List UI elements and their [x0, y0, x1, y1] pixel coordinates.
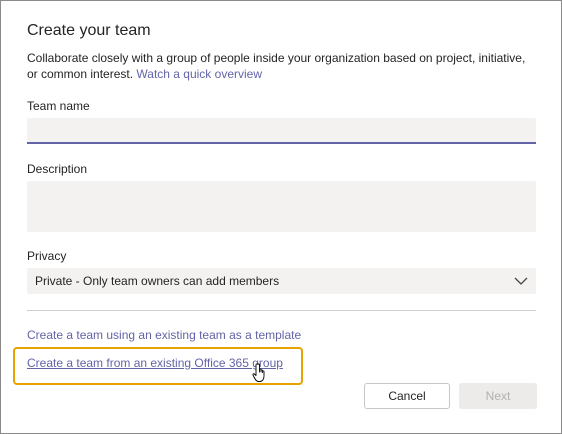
- dialog-title: Create your team: [27, 22, 151, 39]
- description-input[interactable]: [27, 181, 536, 232]
- hand-pointer-icon: [252, 363, 265, 382]
- privacy-dropdown[interactable]: Private - Only team owners can add membe…: [27, 268, 536, 294]
- intro-text: Collaborate closely with a group of peop…: [27, 51, 526, 81]
- privacy-selected-value: Private - Only team owners can add membe…: [35, 274, 280, 288]
- team-name-input[interactable]: [27, 118, 536, 144]
- chevron-down-icon: [514, 274, 528, 288]
- next-button[interactable]: Next: [459, 383, 537, 409]
- cancel-button[interactable]: Cancel: [364, 383, 450, 409]
- description-label: Description: [27, 162, 88, 176]
- section-divider: [27, 310, 536, 311]
- create-from-template-link[interactable]: Create a team using an existing team as …: [27, 328, 301, 342]
- create-team-dialog: Create your team Collaborate closely wit…: [0, 0, 562, 434]
- watch-overview-link[interactable]: Watch a quick overview: [136, 67, 262, 81]
- dialog-intro: Collaborate closely with a group of peop…: [27, 50, 527, 82]
- team-name-label: Team name: [27, 99, 90, 113]
- privacy-label: Privacy: [27, 249, 67, 263]
- create-from-office365-group-link[interactable]: Create a team from an existing Office 36…: [27, 356, 283, 370]
